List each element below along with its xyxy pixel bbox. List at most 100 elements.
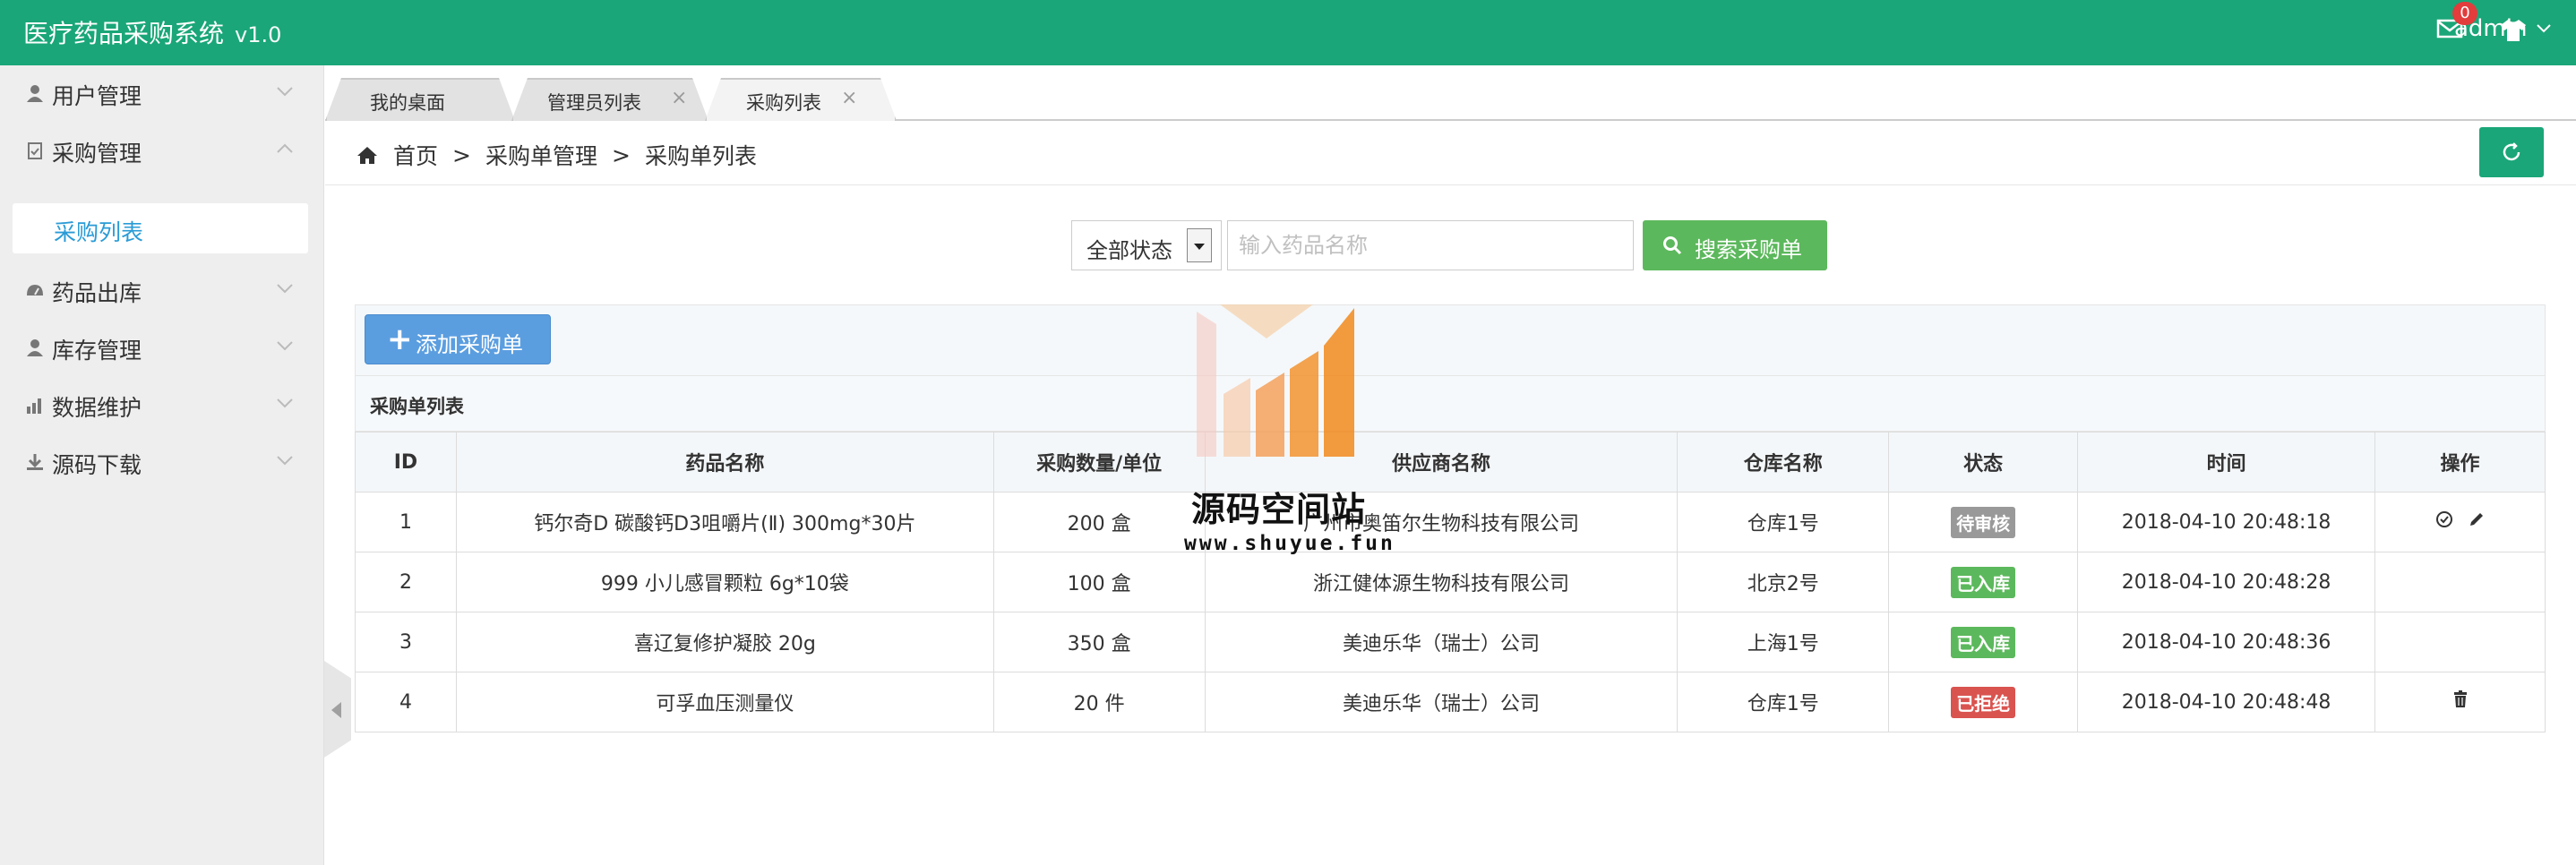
- dropdown-arrow-icon[interactable]: [1187, 228, 1212, 262]
- chevron-down-icon: [277, 398, 293, 408]
- chevron-down-icon: [277, 87, 293, 97]
- breadcrumb-purchase-list: 采购单列表: [644, 143, 757, 169]
- sidebar-subitem-purchase-list[interactable]: 采购列表: [13, 203, 308, 253]
- home-icon: [357, 147, 377, 164]
- sidebar-item-purchase-management[interactable]: 采购管理: [0, 123, 324, 178]
- cell-warehouse: 北京2号: [1677, 552, 1890, 612]
- edit-icon[interactable]: [2467, 510, 2486, 529]
- table-row: 2 999 小儿感冒颗粒 6g*10袋 100 盒 浙江健体源生物科技有限公司 …: [355, 552, 2546, 612]
- cell-status: 已拒绝: [1888, 672, 2079, 732]
- sidebar-item-label: 库存管理: [52, 338, 142, 364]
- sidebar-item-label: 采购管理: [52, 141, 142, 167]
- status-select[interactable]: 全部状态: [1071, 220, 1222, 270]
- plus-icon: +: [387, 321, 413, 357]
- cell-status: 已入库: [1888, 612, 2079, 672]
- status-badge: 已入库: [1951, 626, 2016, 658]
- check-icon[interactable]: [2434, 510, 2454, 529]
- breadcrumb-purchase-management[interactable]: 采购单管理: [485, 139, 597, 171]
- tab-label: 管理员列表: [547, 92, 641, 114]
- trash-icon[interactable]: [2451, 689, 2469, 709]
- chevron-down-icon: [277, 456, 293, 466]
- cell-time: 2018-04-10 20:48:48: [2077, 672, 2376, 732]
- tab-admin-list[interactable]: 管理员列表 ×: [511, 78, 708, 121]
- theme-shirt-icon[interactable]: [2499, 18, 2528, 43]
- chevron-down-icon: [2537, 24, 2552, 33]
- sidebar-item-label: 数据维护: [52, 395, 142, 421]
- list-title: 采购单列表: [370, 396, 464, 417]
- status-select-value: 全部状态: [1086, 238, 1172, 263]
- tab-purchase-list[interactable]: 采购列表 ×: [705, 78, 897, 121]
- cell-time: 2018-04-10 20:48:36: [2077, 612, 2376, 672]
- dashboard-icon: [27, 285, 43, 295]
- cell-quantity: 200 盒: [992, 492, 1206, 552]
- column-header: 时间: [2077, 432, 2376, 492]
- cell-time: 2018-04-10 20:48:28: [2077, 552, 2376, 612]
- close-icon[interactable]: ×: [841, 87, 857, 109]
- search-purchase-button[interactable]: 搜索采购单: [1643, 220, 1827, 270]
- chevron-down-icon: [277, 341, 293, 351]
- chevron-down-icon: [277, 284, 293, 294]
- cell-quantity: 350 盒: [992, 612, 1206, 672]
- table-row: 3 喜辽复修护凝胶 20g 350 盒 美迪乐华（瑞士）公司 上海1号 已入库 …: [355, 612, 2546, 672]
- table-row: 1 钙尔奇D 碳酸钙D3咀嚼片(Ⅱ) 300mg*30片 200 盒 广州市奥笛…: [355, 492, 2546, 552]
- refresh-icon: [2503, 142, 2520, 161]
- cell-warehouse: 上海1号: [1677, 612, 1890, 672]
- cell-drug-name: 喜辽复修护凝胶 20g: [455, 612, 994, 672]
- cell-supplier: 美迪乐华（瑞士）公司: [1204, 612, 1679, 672]
- sidebar-item-label: 药品出库: [52, 280, 142, 306]
- cell-drug-name: 钙尔奇D 碳酸钙D3咀嚼片(Ⅱ) 300mg*30片: [455, 492, 994, 552]
- clipboard-icon: [28, 142, 42, 159]
- sidebar-item-data-maintenance[interactable]: 数据维护: [0, 377, 324, 432]
- download-icon: [27, 454, 43, 470]
- drug-name-search-input[interactable]: [1227, 220, 1634, 270]
- tab-my-desktop[interactable]: 我的桌面: [325, 78, 515, 121]
- cell-time: 2018-04-10 20:48:18: [2077, 492, 2376, 552]
- cell-quantity: 100 盒: [992, 552, 1206, 612]
- user-icon: [27, 85, 43, 102]
- column-header: 状态: [1888, 432, 2079, 492]
- watermark-title: 源码空间站: [1191, 490, 1367, 529]
- sidebar-item-drug-outbound[interactable]: 药品出库: [0, 262, 324, 318]
- table-row: 4 可孚血压测量仪 20 件 美迪乐华（瑞士）公司 仓库1号 已拒绝 2018-…: [355, 672, 2546, 732]
- add-purchase-button[interactable]: + 添加采购单: [365, 314, 551, 364]
- table-header-row: ID 药品名称 采购数量/单位 供应商名称 仓库名称 状态 时间 操作: [355, 432, 2546, 492]
- cell-drug-name: 999 小儿感冒颗粒 6g*10袋: [455, 552, 994, 612]
- cell-id: 3: [355, 612, 457, 672]
- breadcrumb-separator: >: [452, 141, 471, 168]
- tab-label: 我的桌面: [370, 92, 445, 114]
- cell-supplier: 浙江健体源生物科技有限公司: [1204, 552, 1679, 612]
- mail-badge: 0: [2452, 2, 2477, 25]
- tab-bar: 我的桌面 管理员列表 × 采购列表 ×: [325, 65, 2576, 121]
- cell-id: 1: [355, 492, 457, 552]
- search-icon: [1663, 236, 1682, 255]
- breadcrumb-home[interactable]: 首页: [393, 139, 438, 171]
- sidebar-collapse-toggle[interactable]: [324, 661, 351, 758]
- column-header: 采购数量/单位: [992, 432, 1206, 492]
- app-title: 医疗药品采购系统 v1.0: [23, 14, 281, 50]
- top-header: 医疗药品采购系统 v1.0 admin 0: [0, 0, 2576, 65]
- cell-quantity: 20 件: [992, 672, 1206, 732]
- sidebar-item-user-management[interactable]: 用户管理: [0, 65, 324, 121]
- app-title-text: 医疗药品采购系统: [23, 19, 225, 48]
- chevron-left-icon: [331, 702, 341, 718]
- sidebar-item-inventory-management[interactable]: 库存管理: [0, 320, 324, 375]
- watermark-url: www.shuyue.fun: [1184, 532, 1395, 555]
- purchase-list-panel: + 添加采购单 采购单列表 ID 药品名称 采购数量/单位 供应商名称 仓库名称…: [355, 304, 2546, 732]
- status-badge: 待审核: [1951, 506, 2016, 538]
- cell-drug-name: 可孚血压测量仪: [455, 672, 994, 732]
- column-header: 操作: [2374, 432, 2546, 492]
- sidebar-item-source-download[interactable]: 源码下载: [0, 434, 324, 490]
- column-header: 仓库名称: [1677, 432, 1890, 492]
- sidebar-item-label: 用户管理: [52, 83, 142, 109]
- purchase-table: ID 药品名称 采购数量/单位 供应商名称 仓库名称 状态 时间 操作 1 钙尔…: [355, 432, 2546, 732]
- cell-actions: [2374, 612, 2546, 672]
- close-icon[interactable]: ×: [671, 87, 687, 109]
- tab-label: 采购列表: [746, 92, 821, 114]
- list-title-bar: 采购单列表: [355, 376, 2546, 432]
- chevron-up-icon: [277, 143, 293, 153]
- refresh-button[interactable]: [2479, 127, 2544, 177]
- user-icon: [27, 339, 43, 356]
- sidebar-subitem-label: 采购列表: [54, 219, 144, 245]
- cell-actions: [2374, 492, 2546, 552]
- cell-supplier: 美迪乐华（瑞士）公司: [1204, 672, 1679, 732]
